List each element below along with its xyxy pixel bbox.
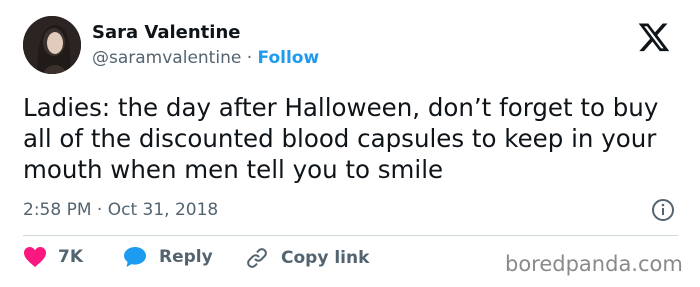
- separator-dot: ·: [96, 200, 103, 220]
- tweet-text: Ladies: the day after Halloween, don’t f…: [23, 93, 659, 184]
- separator-dot: ·: [246, 48, 253, 68]
- reply-bubble-icon: [124, 247, 146, 267]
- link-icon: [247, 248, 267, 268]
- like-button[interactable]: 7K: [23, 246, 83, 268]
- follow-button[interactable]: Follow: [258, 48, 320, 68]
- x-logo-icon[interactable]: [637, 20, 671, 54]
- heart-icon: [24, 247, 46, 267]
- tweet-time: 2:58 PM: [23, 200, 92, 220]
- info-icon[interactable]: [651, 198, 675, 222]
- like-count: 7K: [58, 247, 84, 267]
- author-name[interactable]: Sara Valentine: [92, 22, 240, 43]
- copy-link-button[interactable]: Copy link: [245, 246, 369, 270]
- avatar[interactable]: [23, 16, 81, 74]
- author-handle[interactable]: @saramvalentine: [92, 48, 241, 68]
- reply-label: Reply: [159, 247, 213, 267]
- tweet-date: Oct 31, 2018: [107, 200, 219, 220]
- reply-button[interactable]: Reply: [123, 246, 213, 268]
- watermark: boredpanda.com: [505, 252, 683, 276]
- copy-link-label: Copy link: [281, 248, 370, 268]
- divider: [23, 235, 678, 236]
- author-handle-row: @saramvalentine · Follow: [92, 48, 319, 68]
- tweet-timestamp[interactable]: 2:58 PM · Oct 31, 2018: [23, 200, 218, 220]
